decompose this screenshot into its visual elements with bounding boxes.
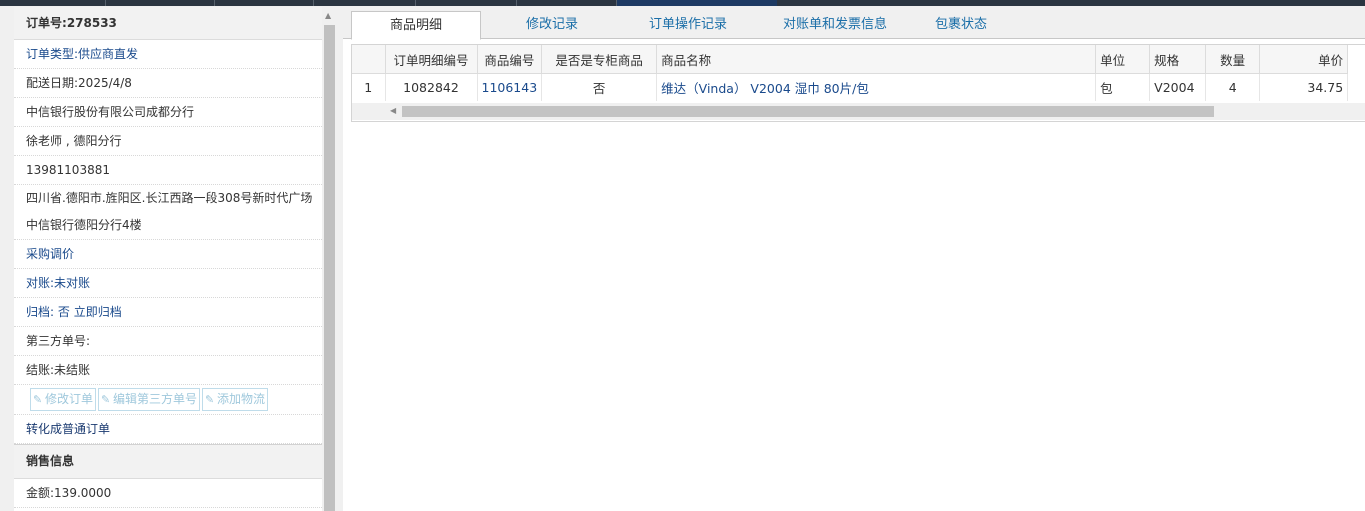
settle-label: 结账: (26, 363, 55, 377)
product-detail-grid: 订单明细编号 商品编号 是否是专柜商品 商品名称 单位 规格 数量 单价 1 1… (351, 44, 1365, 122)
pencil-edit-icon: ✎ (101, 393, 111, 406)
left-panel-scrollbar[interactable]: ▲ (322, 7, 337, 511)
grid-horizontal-scrollbar-thumb[interactable] (402, 106, 1214, 117)
detail-number-cell: 1082842 (385, 73, 478, 101)
top-bar-segment (0, 0, 106, 6)
column-header[interactable]: 商品编号 (477, 45, 543, 74)
column-header[interactable]: 单位 (1095, 45, 1151, 74)
row-index-header (352, 45, 386, 74)
tab-product-detail[interactable]: 商品明细 (351, 11, 481, 40)
table-header-row: 订单明细编号 商品编号 是否是专柜商品 商品名称 单位 规格 数量 单价 (352, 45, 1349, 74)
column-header[interactable]: 商品名称 (656, 45, 1097, 74)
add-logistics-button[interactable]: ✎ 添加物流 (202, 388, 269, 411)
top-app-bar (0, 0, 1365, 6)
column-header[interactable]: 订单明细编号 (385, 45, 478, 74)
reconcile-label: 对账: (26, 276, 55, 290)
order-info-panel: 订单号:278533 订单类型:供应商直发 配送日期:2025/4/8 中信银行… (14, 7, 322, 511)
spec-cell: V2004 (1149, 73, 1207, 101)
grid-horizontal-scrollbar[interactable]: ◀ (352, 103, 1365, 120)
settle-row: 结账:未结账 (14, 356, 322, 385)
convert-to-normal-order-link[interactable]: 转化成普通订单 (14, 415, 322, 444)
row-index: 1 (352, 73, 386, 101)
tab-modify-history[interactable]: 修改记录 (483, 11, 621, 38)
top-bar-segment (416, 0, 517, 6)
archive-label: 归档: (26, 305, 55, 319)
triangle-left-icon[interactable]: ◀ (390, 106, 396, 115)
unit-price-cell: 34.75 (1259, 73, 1349, 101)
edit-third-party-number-button-label: 编辑第三方单号 (113, 392, 198, 406)
column-header[interactable]: 是否是专柜商品 (541, 45, 658, 74)
edit-order-button[interactable]: ✎ 修改订单 (30, 388, 97, 411)
tab-statement-invoice[interactable]: 对账单和发票信息 (755, 11, 915, 38)
quantity-cell: 4 (1205, 73, 1261, 101)
add-logistics-button-label: 添加物流 (217, 392, 266, 406)
delivery-address: 四川省.德阳市.旌阳区.长江西路一段308号新时代广场中信银行德阳分行4楼 (14, 185, 322, 240)
archive-now-link[interactable]: 立即归档 (74, 305, 122, 319)
sales-amount: 139.0000 (54, 486, 112, 500)
table-row[interactable]: 1 1082842 1106143 否 维达（Vinda） V2004 湿巾 8… (352, 73, 1349, 101)
detail-tabs: 商品明细 修改记录 订单操作记录 对账单和发票信息 包裹状态 (343, 7, 1365, 40)
triangle-up-icon[interactable]: ▲ (325, 11, 331, 20)
tab-order-operation-log[interactable]: 订单操作记录 (623, 11, 753, 38)
delivery-date-row: 配送日期:2025/4/8 (14, 69, 322, 98)
delivery-date-label: 配送日期: (26, 76, 79, 90)
top-bar-segment (517, 0, 617, 6)
sales-info-section-title: 销售信息 (14, 444, 322, 479)
order-type-row: 订单类型:供应商直发 (14, 40, 322, 69)
archive-row: 归档: 否 立即归档 (14, 298, 322, 327)
top-bar-segment (314, 0, 416, 6)
column-header[interactable]: 单价 (1259, 45, 1349, 74)
order-type: 供应商直发 (78, 47, 139, 61)
pencil-edit-icon: ✎ (205, 393, 215, 406)
sales-amount-row: 金额:139.0000 (14, 479, 322, 508)
top-bar-active-segment (617, 0, 777, 6)
unit-cell: 包 (1095, 73, 1151, 101)
contact-person: 徐老师 , 德阳分行 (14, 127, 322, 156)
top-bar-segment (106, 0, 215, 6)
company-name: 中信银行股份有限公司成都分行 (14, 98, 322, 127)
price-adjust-link[interactable]: 采购调价 (14, 240, 322, 269)
is-counter-product-cell: 否 (541, 73, 658, 101)
order-action-buttons: ✎ 修改订单 ✎ 编辑第三方单号 ✎ 添加物流 (14, 385, 322, 415)
settle-status: 未结账 (54, 363, 91, 377)
third-party-number-label: 第三方单号: (26, 334, 91, 348)
edit-order-button-label: 修改订单 (45, 392, 94, 406)
product-number-link[interactable]: 1106143 (477, 73, 543, 101)
tab-package-status[interactable]: 包裹状态 (917, 11, 1005, 38)
reconcile-row: 对账:未对账 (14, 269, 322, 298)
order-detail-panel: 商品明细 修改记录 订单操作记录 对账单和发票信息 包裹状态 订单明细编号 商品… (343, 7, 1365, 511)
product-detail-table: 订单明细编号 商品编号 是否是专柜商品 商品名称 单位 规格 数量 单价 1 1… (352, 45, 1349, 101)
pencil-edit-icon: ✎ (33, 393, 43, 406)
order-type-label: 订单类型: (26, 47, 79, 61)
reconcile-status: 未对账 (54, 276, 91, 290)
delivery-date: 2025/4/8 (78, 76, 132, 90)
third-party-number-row: 第三方单号: (14, 327, 322, 356)
column-header[interactable]: 规格 (1149, 45, 1207, 74)
order-number: 278533 (66, 16, 117, 30)
order-number-label: 订单号: (26, 16, 67, 30)
edit-third-party-number-button[interactable]: ✎ 编辑第三方单号 (98, 388, 201, 411)
order-number-row: 订单号:278533 (14, 7, 322, 40)
top-bar-segment (215, 0, 314, 6)
sales-amount-label: 金额: (26, 486, 55, 500)
column-header[interactable]: 数量 (1205, 45, 1261, 74)
contact-phone: 13981103881 (14, 156, 322, 185)
product-name-link[interactable]: 维达（Vinda） V2004 湿巾 80片/包 (656, 73, 1097, 101)
left-panel-scrollbar-thumb[interactable] (324, 25, 335, 511)
archive-status: 否 (57, 305, 70, 319)
